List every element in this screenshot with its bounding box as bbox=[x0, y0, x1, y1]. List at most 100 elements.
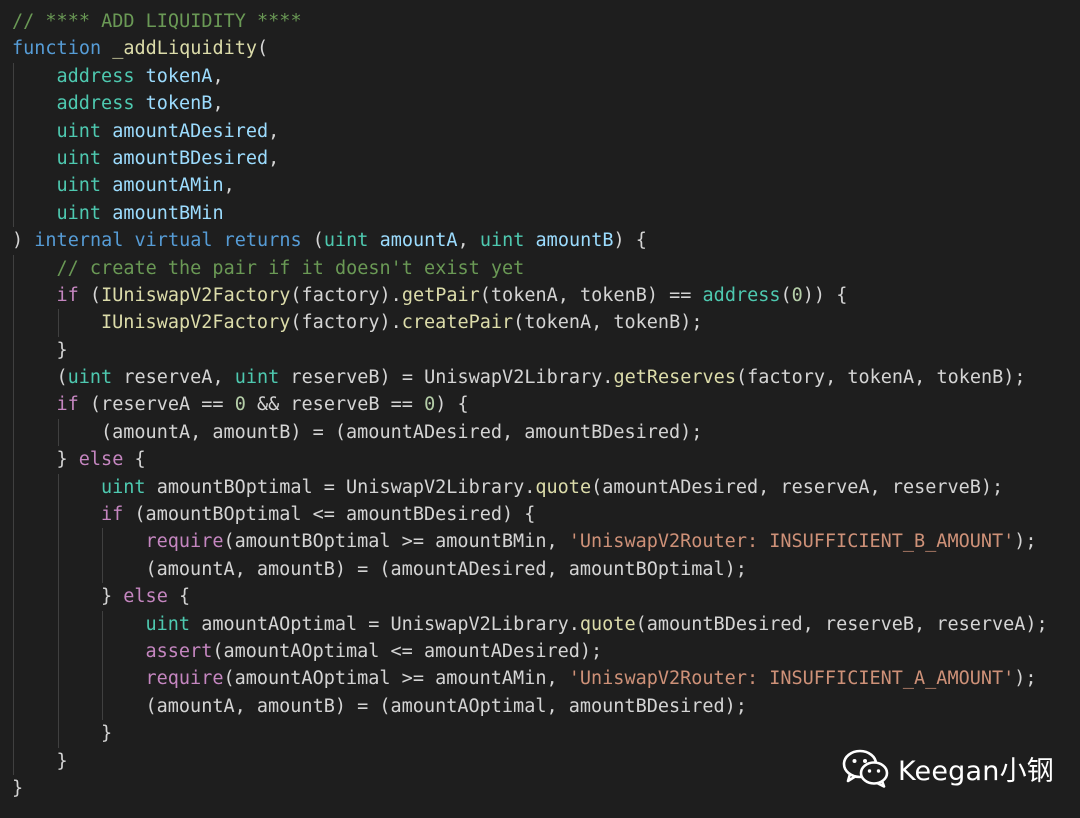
indent-guide bbox=[13, 254, 14, 282]
code-token-type: uint bbox=[145, 613, 191, 635]
code-line[interactable]: ) internal virtual returns (uint amountA… bbox=[12, 227, 1080, 254]
code-token-plain: { bbox=[167, 586, 191, 608]
code-line-content: if (IUniswapV2Factory(factory).getPair(t… bbox=[12, 284, 848, 306]
indent-guide bbox=[57, 501, 59, 529]
indent-guide bbox=[13, 555, 14, 584]
code-token-plain: ( bbox=[257, 38, 269, 60]
code-line[interactable]: // **** ADD LIQUIDITY **** bbox=[12, 8, 1080, 35]
code-line[interactable]: // create the pair if it doesn't exist y… bbox=[12, 254, 1080, 282]
code-editor[interactable]: // **** ADD LIQUIDITY **** function _addL… bbox=[0, 0, 1080, 818]
code-token-plain: (tokenA, tokenB); bbox=[513, 312, 703, 334]
code-token-number: 0 bbox=[424, 394, 436, 416]
code-line[interactable]: uint amountAOptimal = UniswapV2Library.q… bbox=[12, 610, 1080, 638]
code-line[interactable]: (uint reserveA, uint reserveB) = Uniswap… bbox=[12, 364, 1080, 392]
code-token-comment: // **** ADD LIQUIDITY **** bbox=[12, 11, 302, 32]
code-token-param: tokenA bbox=[145, 65, 213, 87]
indent-guide bbox=[102, 528, 103, 556]
code-token-plain: , bbox=[212, 65, 224, 87]
indent-guide bbox=[13, 364, 14, 392]
code-line[interactable]: uint amountAMin, bbox=[12, 172, 1080, 200]
code-token-number: 0 bbox=[234, 394, 246, 416]
code-line-content: } bbox=[12, 751, 68, 772]
code-line[interactable]: require(amountBOptimal >= amountBMin, 'U… bbox=[12, 528, 1080, 556]
code-line-content: uint amountBOptimal = UniswapV2Library.q… bbox=[12, 477, 1003, 498]
code-token-comment: // create the pair if it doesn't exist y… bbox=[56, 257, 525, 279]
code-line-content: (amountA, amountB) = (amountAOptimal, am… bbox=[12, 696, 747, 717]
code-token-param: amountAMin bbox=[112, 175, 224, 197]
code-line[interactable]: if (IUniswapV2Factory(factory).getPair(t… bbox=[12, 281, 1080, 310]
indent-guide bbox=[13, 199, 14, 228]
code-token-string: 'UniswapV2Router: INSUFFICIENT_B_AMOUNT' bbox=[568, 531, 1015, 553]
code-token-plain: } bbox=[56, 449, 79, 471]
indent-guide bbox=[13, 336, 14, 365]
code-token-plain: ( bbox=[78, 284, 102, 306]
indent-guide bbox=[13, 418, 14, 447]
code-line[interactable]: uint amountBMin bbox=[12, 199, 1080, 228]
code-token-plain: } bbox=[101, 586, 124, 608]
code-line-content: address tokenB, bbox=[12, 93, 224, 114]
code-line-content: } else { bbox=[12, 586, 190, 607]
code-line[interactable]: uint amountBOptimal = UniswapV2Library.q… bbox=[12, 473, 1080, 502]
code-line[interactable]: uint amountBDesired, bbox=[12, 144, 1080, 173]
code-line[interactable]: function _addLiquidity( bbox=[12, 35, 1080, 62]
indent-guide bbox=[13, 172, 14, 200]
indent-guide bbox=[102, 665, 103, 693]
code-token-plain: } bbox=[56, 339, 68, 361]
indent-guide bbox=[13, 281, 14, 310]
code-line[interactable]: } else { bbox=[12, 583, 1080, 611]
indent-guide bbox=[13, 610, 14, 638]
code-token-control: require bbox=[145, 668, 224, 690]
indent-guide bbox=[57, 637, 59, 666]
code-token-type: uint bbox=[56, 147, 102, 169]
code-line[interactable]: (amountA, amountB) = (amountADesired, am… bbox=[12, 418, 1080, 447]
code-line-content: ) internal virtual returns (uint amountA… bbox=[12, 230, 647, 251]
code-line[interactable]: assert(amountAOptimal <= amountADesired)… bbox=[12, 637, 1080, 666]
code-line[interactable]: (amountA, amountB) = (amountADesired, am… bbox=[12, 555, 1080, 584]
code-line-content: } bbox=[12, 340, 68, 361]
code-token-plain: ); bbox=[1014, 531, 1037, 553]
code-token-plain: (reserveA == bbox=[78, 394, 235, 416]
code-token-plain: ( bbox=[301, 230, 324, 252]
code-token-plain: )) { bbox=[802, 284, 848, 306]
code-token-type: uint bbox=[67, 367, 113, 389]
indent-guide bbox=[57, 473, 59, 502]
code-token-func: quote bbox=[535, 476, 592, 498]
code-token-control: if bbox=[56, 394, 79, 416]
code-token-plain: ) { bbox=[613, 230, 647, 252]
code-token-plain: } bbox=[101, 723, 113, 745]
indent-guide bbox=[13, 665, 14, 693]
code-line[interactable]: address tokenB, bbox=[12, 90, 1080, 118]
code-line-content: uint amountAMin, bbox=[12, 175, 235, 196]
code-line[interactable]: if (amountBOptimal <= amountBDesired) { bbox=[12, 501, 1080, 529]
code-line[interactable]: address tokenA, bbox=[12, 62, 1080, 91]
code-token-plain: , bbox=[212, 93, 224, 115]
indent-guide bbox=[13, 473, 14, 502]
code-line[interactable]: IUniswapV2Factory(factory).createPair(to… bbox=[12, 309, 1080, 337]
indent-guide bbox=[102, 637, 103, 666]
code-line[interactable]: (amountA, amountB) = (amountAOptimal, am… bbox=[12, 692, 1080, 721]
code-block[interactable]: // **** ADD LIQUIDITY **** function _addL… bbox=[12, 8, 1080, 802]
code-token-func: quote bbox=[579, 613, 636, 635]
code-line[interactable]: } bbox=[12, 336, 1080, 365]
code-line-content: assert(amountAOptimal <= amountADesired)… bbox=[12, 641, 603, 662]
code-line-content: (amountA, amountB) = (amountADesired, am… bbox=[12, 559, 747, 580]
watermark: Keegan小钢 bbox=[842, 746, 1054, 790]
indent-guide bbox=[102, 692, 103, 721]
code-line[interactable]: } else { bbox=[12, 446, 1080, 474]
code-line[interactable]: } bbox=[12, 720, 1080, 748]
code-token-plain: reserveB) = UniswapV2Library. bbox=[279, 367, 614, 389]
code-line[interactable]: if (reserveA == 0 && reserveB == 0) { bbox=[12, 391, 1080, 419]
code-token-type: uint bbox=[56, 175, 102, 197]
code-line-content: function _addLiquidity( bbox=[12, 38, 268, 59]
indent-guide bbox=[57, 720, 59, 748]
code-line[interactable]: require(amountAOptimal >= amountAMin, 'U… bbox=[12, 665, 1080, 693]
code-token-keyword: virtual bbox=[134, 230, 213, 252]
code-line[interactable]: uint amountADesired, bbox=[12, 117, 1080, 145]
code-line-content: address tokenA, bbox=[12, 66, 224, 87]
code-token-func: getReserves bbox=[613, 367, 736, 389]
code-token-plain: (amountBDesired, reserveB, reserveA); bbox=[635, 613, 1048, 635]
